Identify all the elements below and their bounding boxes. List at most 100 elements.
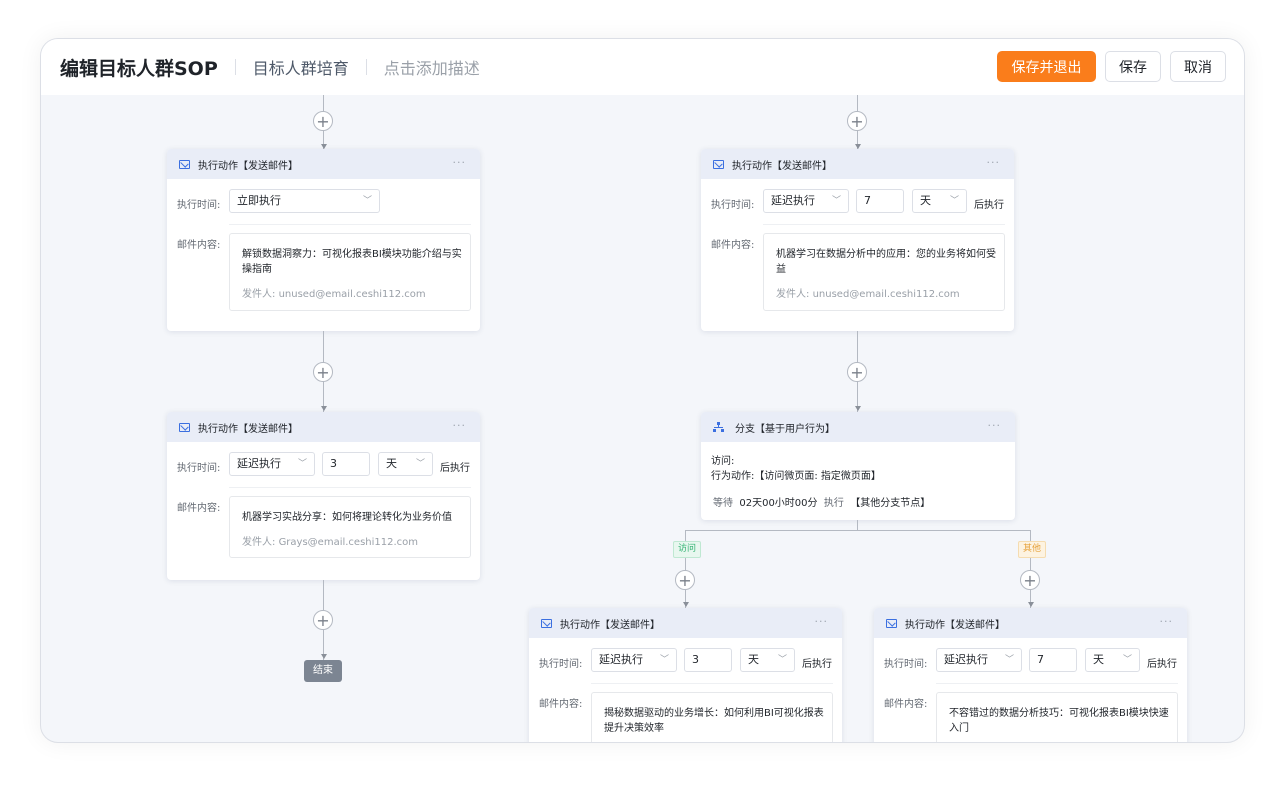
more-icon[interactable]: ··· — [1160, 615, 1174, 628]
mail-content-label: 邮件内容: — [884, 699, 928, 710]
more-icon[interactable]: ··· — [453, 419, 467, 432]
mail-preview[interactable]: 揭秘数据驱动的业务增长：如何利用BI可视化报表提升决策效率 — [591, 692, 833, 742]
email-node[interactable]: 执行动作【发送邮件】 ··· 执行时间: 延迟执行 ﹀ 7 天 ﹀ 后执行 邮件内容… — [874, 608, 1187, 742]
chevron-down-icon: ﹀ — [777, 655, 787, 665]
top-bar: 编辑目标人群SOP 目标人群培育 点击添加描述 保存并退出 保存 取消 — [41, 39, 1244, 95]
timing-select[interactable]: 延迟执行 ﹀ — [591, 648, 677, 672]
arrow-icon — [683, 602, 689, 607]
unit-value: 天 — [1093, 653, 1104, 666]
branch-tag-visit: 访问 — [673, 541, 702, 558]
node-header: 执行动作【发送邮件】 ··· — [874, 608, 1187, 638]
save-exit-button[interactable]: 保存并退出 — [997, 51, 1096, 82]
unit-select[interactable]: 天 ﹀ — [740, 648, 795, 672]
add-node-plus-icon[interactable]: + — [847, 362, 867, 382]
more-icon[interactable]: ··· — [453, 156, 467, 169]
unit-select[interactable]: 天 ﹀ — [378, 452, 433, 476]
add-node-plus-icon[interactable]: + — [313, 111, 333, 131]
arrow-icon — [1028, 602, 1034, 607]
after-exec-label: 后执行 — [1147, 659, 1177, 670]
email-node[interactable]: 执行动作【发送邮件】 ··· 执行时间: 延迟执行 ﹀ 3 天 ﹀ 后执行 邮件内容… — [167, 412, 480, 580]
mail-preview[interactable]: 不容错过的数据分析技巧：可视化报表BI模块快速入门 — [936, 692, 1178, 742]
timing-select[interactable]: 延迟执行 ﹀ — [936, 648, 1022, 672]
arrow-icon — [321, 654, 327, 659]
flow-canvas[interactable]: + 执行动作【发送邮件】 ··· 执行时间: 立即执行 ﹀ 邮件内容: 解锁数据洞… — [41, 95, 1244, 742]
add-node-plus-icon[interactable]: + — [313, 610, 333, 630]
mail-sender: 发件人: Grays@email.ceshi112.com — [242, 533, 418, 548]
chevron-down-icon: ﹀ — [949, 196, 959, 206]
mail-subject: 机器学习在数据分析中的应用：您的业务将如何受益 — [776, 249, 996, 275]
more-icon[interactable]: ··· — [988, 419, 1002, 432]
exec-time-label: 执行时间: — [539, 659, 583, 670]
mail-subject: 揭秘数据驱动的业务增长：如何利用BI可视化报表提升决策效率 — [604, 708, 824, 734]
unit-select[interactable]: 天 ﹀ — [912, 189, 967, 213]
editor-window: 编辑目标人群SOP 目标人群培育 点击添加描述 保存并退出 保存 取消 + 执行… — [40, 38, 1245, 743]
other-node: 【其他分支节点】 — [850, 498, 931, 509]
chevron-down-icon: ﹀ — [297, 459, 307, 469]
add-node-plus-icon[interactable]: + — [675, 570, 695, 590]
branch-node[interactable]: 分支【基于用户行为】 ··· 访问: 行为动作:【访问微页面: 指定微页面】 等… — [701, 412, 1015, 520]
arrow-icon — [855, 406, 861, 411]
sop-name[interactable]: 目标人群培育 — [253, 55, 349, 79]
exec-time-label: 执行时间: — [884, 659, 928, 670]
mail-content-label: 邮件内容: — [177, 240, 221, 251]
description-input[interactable]: 点击添加描述 — [384, 55, 480, 79]
timing-select[interactable]: 延迟执行 ﹀ — [763, 189, 849, 213]
sender-prefix: 发件人: — [242, 537, 276, 548]
node-title: 执行动作【发送邮件】 — [732, 160, 832, 172]
node-header: 执行动作【发送邮件】 ··· — [529, 608, 842, 638]
node-title: 执行动作【发送邮件】 — [905, 619, 1005, 631]
node-header: 分支【基于用户行为】 ··· — [701, 412, 1015, 442]
unit-select[interactable]: 天 ﹀ — [1085, 648, 1140, 672]
timing-select[interactable]: 立即执行 ﹀ — [229, 189, 380, 213]
mail-subject: 机器学习实战分享：如何将理论转化为业务价值 — [242, 512, 452, 523]
mail-preview[interactable]: 解锁数据洞察力：可视化报表BI模块功能介绍与实操指南 发件人: unused@e… — [229, 233, 471, 311]
delay-input[interactable]: 3 — [684, 648, 732, 672]
divider — [763, 224, 1005, 225]
delay-input[interactable]: 7 — [856, 189, 904, 213]
timing-select[interactable]: 延迟执行 ﹀ — [229, 452, 315, 476]
delay-input[interactable]: 3 — [322, 452, 370, 476]
branch-action: 行为动作:【访问微页面: 指定微页面】 — [711, 471, 881, 482]
more-icon[interactable]: ··· — [987, 156, 1001, 169]
cancel-button[interactable]: 取消 — [1170, 51, 1226, 82]
mail-preview[interactable]: 机器学习实战分享：如何将理论转化为业务价值 发件人: Grays@email.c… — [229, 496, 471, 558]
node-header: 执行动作【发送邮件】 ··· — [167, 149, 480, 179]
mail-content-label: 邮件内容: — [539, 699, 583, 710]
sender-email: Grays@email.ceshi112.com — [278, 537, 419, 548]
sender-email: unused@email.ceshi112.com — [812, 289, 960, 300]
node-header: 执行动作【发送邮件】 ··· — [167, 412, 480, 442]
email-node[interactable]: 执行动作【发送邮件】 ··· 执行时间: 延迟执行 ﹀ 7 天 ﹀ 后执行 邮件内容… — [701, 149, 1014, 331]
arrow-icon — [321, 406, 327, 411]
more-icon[interactable]: ··· — [815, 615, 829, 628]
chevron-down-icon: ﹀ — [362, 196, 372, 206]
unit-value: 天 — [386, 457, 397, 470]
divider — [365, 59, 367, 75]
add-node-plus-icon[interactable]: + — [313, 362, 333, 382]
branch-icon — [713, 421, 724, 433]
after-exec-label: 后执行 — [440, 463, 470, 474]
sender-prefix: 发件人: — [242, 289, 276, 300]
add-node-plus-icon[interactable]: + — [1020, 570, 1040, 590]
mail-icon — [886, 618, 897, 628]
add-node-plus-icon[interactable]: + — [847, 111, 867, 131]
email-node[interactable]: 执行动作【发送邮件】 ··· 执行时间: 立即执行 ﹀ 邮件内容: 解锁数据洞察力… — [167, 149, 480, 331]
node-title: 执行动作【发送邮件】 — [560, 619, 660, 631]
email-node[interactable]: 执行动作【发送邮件】 ··· 执行时间: 延迟执行 ﹀ 3 天 ﹀ 后执行 邮件内容… — [529, 608, 842, 742]
branch-tag-other: 其他 — [1018, 541, 1047, 558]
mail-preview[interactable]: 机器学习在数据分析中的应用：您的业务将如何受益 发件人: unused@emai… — [763, 233, 1005, 311]
connector-line — [857, 520, 858, 530]
mail-content-label: 邮件内容: — [711, 240, 755, 251]
chevron-down-icon: ﹀ — [831, 196, 841, 206]
chevron-down-icon: ﹀ — [1004, 655, 1014, 665]
delay-input[interactable]: 7 — [1029, 648, 1077, 672]
mail-content-label: 邮件内容: — [177, 503, 221, 514]
branch-split-line — [685, 530, 1030, 531]
node-title: 执行动作【发送邮件】 — [198, 160, 298, 172]
divider — [591, 683, 833, 684]
mail-sender: 发件人: unused@email.ceshi112.com — [776, 285, 960, 300]
save-button[interactable]: 保存 — [1105, 51, 1161, 82]
exec-time-label: 执行时间: — [177, 463, 221, 474]
mail-subject: 不容错过的数据分析技巧：可视化报表BI模块快速入门 — [949, 708, 1169, 734]
divider — [234, 59, 236, 75]
end-node[interactable]: 结束 — [304, 660, 342, 682]
